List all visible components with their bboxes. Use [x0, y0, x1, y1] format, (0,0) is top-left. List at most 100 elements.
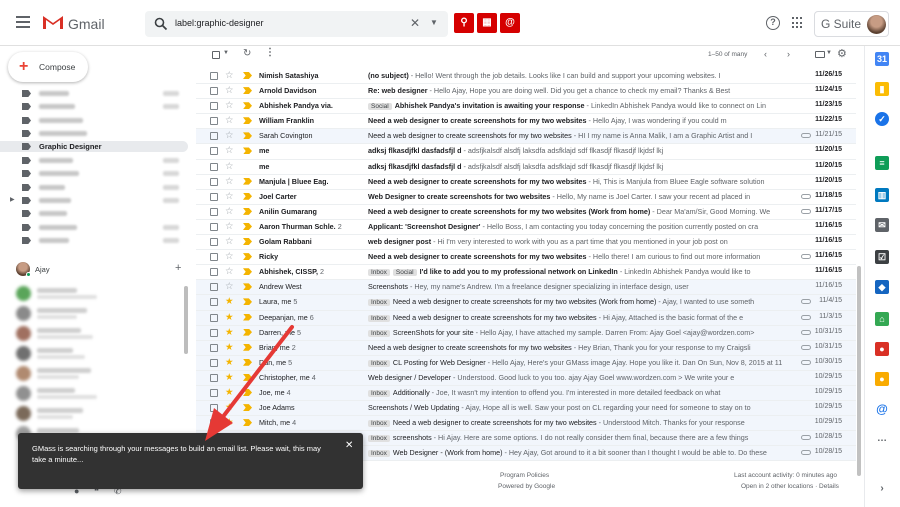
- search-bar[interactable]: label:graphic-designer ✕ ▼: [145, 11, 448, 37]
- tasks-icon[interactable]: ✓: [875, 112, 889, 126]
- important-marker-icon[interactable]: [243, 177, 252, 185]
- table-row[interactable]: ★ Laura, me 5 Inbox Need a web designer to …: [196, 295, 856, 311]
- input-tools-dropdown-icon[interactable]: ▼: [826, 50, 832, 56]
- star-icon[interactable]: ★: [225, 311, 234, 325]
- label-chip[interactable]: Inbox: [368, 389, 390, 397]
- table-row[interactable]: ☆ me adksj flkasdjfkl dasfadsfjl d - adsfj…: [196, 159, 856, 175]
- select-all-checkbox[interactable]: [212, 51, 220, 59]
- input-tools-icon[interactable]: [815, 51, 825, 58]
- main-menu-icon[interactable]: [16, 16, 30, 28]
- important-marker-icon[interactable]: [243, 358, 252, 366]
- row-checkbox[interactable]: [210, 253, 218, 262]
- checklist-icon[interactable]: ☑: [875, 250, 889, 264]
- keep-icon[interactable]: ▮: [875, 82, 889, 96]
- label-chip[interactable]: Social: [368, 103, 392, 111]
- trello-icon[interactable]: ▥: [875, 188, 889, 202]
- table-row[interactable]: ☆ Golam Rabbani web designer post - Hi I'm…: [196, 235, 856, 251]
- important-marker-icon[interactable]: [243, 283, 252, 291]
- star-icon[interactable]: ★: [225, 371, 234, 385]
- close-icon[interactable]: ✕: [345, 440, 353, 451]
- row-checkbox[interactable]: [210, 162, 218, 171]
- label-chip[interactable]: Inbox: [368, 450, 390, 458]
- important-marker-icon[interactable]: [243, 87, 252, 95]
- important-marker-icon[interactable]: [243, 343, 252, 351]
- table-row[interactable]: ☆ Abhishek, CISSP, 2 Inbox Social I'd like t…: [196, 265, 856, 281]
- table-row[interactable]: ★ Dan, me 5 Inbox CL Posting for Web Design…: [196, 355, 856, 371]
- table-row[interactable]: ★ Joe, me 4 Inbox Additionally - Joe, It wa…: [196, 385, 856, 402]
- star-icon[interactable]: ☆: [225, 99, 234, 113]
- row-checkbox[interactable]: [210, 419, 218, 428]
- table-row[interactable]: ☆ Ricky Need a web designer to create scre…: [196, 250, 856, 266]
- add-contact-icon[interactable]: +: [175, 262, 181, 274]
- important-marker-icon[interactable]: [243, 72, 252, 79]
- hangouts-contact[interactable]: [16, 326, 184, 342]
- expand-icon[interactable]: ▶: [10, 196, 15, 203]
- hangouts-contact[interactable]: [16, 366, 184, 382]
- sidebar-label-item[interactable]: [0, 235, 188, 246]
- account-name[interactable]: Ajay: [35, 265, 50, 274]
- table-row[interactable]: ☆ William Franklin Need a web designer to …: [196, 114, 856, 130]
- program-policies-link[interactable]: Program Policies: [500, 472, 549, 479]
- row-checkbox[interactable]: [210, 72, 218, 80]
- table-row[interactable]: ★ Mitch, me 4 Inbox Need a web designer to …: [196, 416, 856, 432]
- sidebar-label-item[interactable]: [0, 115, 188, 126]
- important-marker-icon[interactable]: [243, 192, 252, 200]
- dropbox-icon[interactable]: ◆: [875, 280, 889, 294]
- details-link[interactable]: Open in 2 other locations · Details: [741, 483, 839, 490]
- star-icon[interactable]: ★: [225, 386, 234, 400]
- important-marker-icon[interactable]: [243, 102, 252, 110]
- table-row[interactable]: ☆ Joel Carter Web Designer to create scree…: [196, 189, 856, 205]
- table-row[interactable]: ★ Darren, me 5 Inbox ScreenShots for your s…: [196, 325, 856, 341]
- label-chip[interactable]: Inbox: [368, 420, 390, 428]
- lemon-addon-icon[interactable]: ●: [875, 372, 889, 386]
- search-icon[interactable]: [154, 17, 168, 31]
- table-row[interactable]: ☆ Sarah Covington Need a web designer to c…: [196, 129, 856, 145]
- table-row[interactable]: ☆ Abhishek Pandya via. Social Abhishek Pand…: [196, 99, 856, 115]
- row-checkbox[interactable]: [210, 192, 218, 201]
- star-icon[interactable]: ☆: [225, 69, 234, 83]
- star-icon[interactable]: ★: [225, 326, 234, 340]
- star-icon[interactable]: ☆: [225, 175, 234, 189]
- star-icon[interactable]: ★: [225, 401, 234, 415]
- previous-page-icon[interactable]: ‹: [764, 49, 767, 59]
- table-row[interactable]: ☆ Manjula | Bluee Eag. Need a web designer…: [196, 174, 856, 190]
- star-icon[interactable]: ☆: [225, 280, 234, 294]
- gmass-at-button[interactable]: @: [500, 13, 520, 33]
- star-icon[interactable]: ☆: [225, 114, 234, 128]
- star-icon[interactable]: ☆: [225, 190, 234, 204]
- important-marker-icon[interactable]: [243, 238, 252, 246]
- important-marker-icon[interactable]: [243, 117, 252, 125]
- label-chip[interactable]: Social: [392, 269, 417, 277]
- label-chip[interactable]: Inbox: [368, 269, 390, 277]
- more-addons-icon[interactable]: …: [875, 432, 889, 446]
- important-marker-icon[interactable]: [243, 132, 252, 140]
- star-icon[interactable]: ☆: [225, 265, 234, 279]
- settings-gear-icon[interactable]: ⚙: [837, 47, 847, 60]
- sheets-addon-icon[interactable]: ≡: [875, 156, 889, 170]
- compose-button[interactable]: + Compose: [8, 52, 88, 82]
- sidebar-label-item[interactable]: [0, 101, 188, 112]
- row-checkbox[interactable]: [210, 328, 218, 337]
- refresh-icon[interactable]: ↻: [243, 48, 251, 59]
- row-checkbox[interactable]: [210, 388, 218, 397]
- star-icon[interactable]: ★: [225, 356, 234, 370]
- star-icon[interactable]: ☆: [225, 220, 234, 234]
- row-checkbox[interactable]: [210, 313, 218, 322]
- table-row[interactable]: ★ Deepanjan, me 6 Inbox Need a web designer…: [196, 310, 856, 326]
- gsuite-account-button[interactable]: G Suite: [814, 11, 889, 37]
- expand-panel-icon[interactable]: ›: [875, 482, 889, 496]
- important-marker-icon[interactable]: [243, 298, 252, 306]
- table-row[interactable]: ☆ Andrew West Screenshots - Hey, my name's…: [196, 280, 856, 296]
- star-icon[interactable]: ☆: [225, 160, 234, 174]
- table-row[interactable]: ★ Christopher, me 4 Web designer / Develop…: [196, 370, 856, 386]
- important-marker-icon[interactable]: [243, 373, 252, 381]
- sidebar-label-item[interactable]: [0, 182, 188, 193]
- sidebar-label-item[interactable]: [0, 168, 188, 179]
- table-row[interactable]: ☆ Nimish Satashiya (no subject) - Hello! W…: [196, 69, 856, 85]
- important-marker-icon[interactable]: [243, 253, 252, 261]
- record-addon-icon[interactable]: ●: [875, 342, 889, 356]
- at-addon-icon[interactable]: @: [875, 402, 889, 416]
- table-row[interactable]: ★ Brian, me 2 Need a web designer to creat…: [196, 340, 856, 356]
- star-icon[interactable]: ☆: [225, 205, 234, 219]
- important-marker-icon[interactable]: [243, 404, 252, 412]
